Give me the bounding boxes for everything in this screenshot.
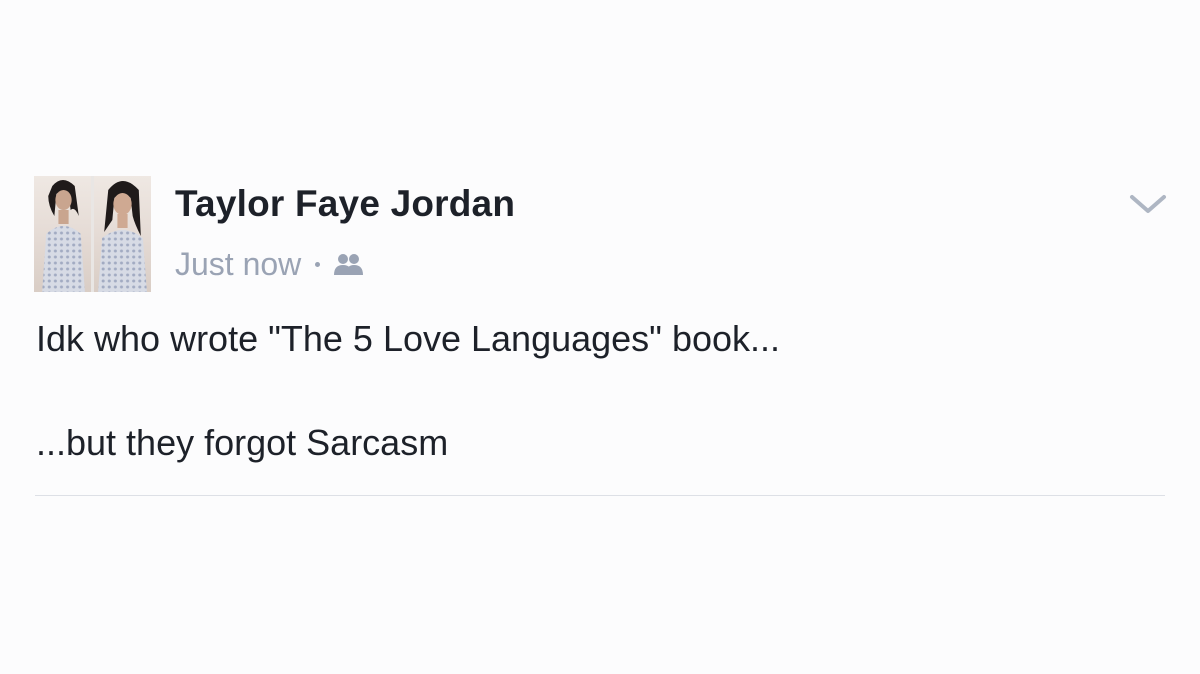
post-text: Idk who wrote "The 5 Love Languages" boo… bbox=[36, 313, 1156, 469]
post-text-blank-line bbox=[36, 365, 1156, 417]
author-name[interactable]: Taylor Faye Jordan bbox=[175, 183, 515, 225]
post-divider bbox=[35, 495, 1165, 496]
timestamp[interactable]: Just now bbox=[175, 246, 301, 283]
avatar[interactable] bbox=[34, 176, 151, 292]
post-card: Taylor Faye Jordan Just now Idk who wrot… bbox=[0, 0, 1200, 674]
avatar-photo-right bbox=[94, 176, 151, 292]
post-text-line: Idk who wrote "The 5 Love Languages" boo… bbox=[36, 318, 781, 359]
meta-separator-dot bbox=[315, 261, 321, 267]
friends-icon[interactable] bbox=[332, 250, 366, 278]
post-meta: Just now bbox=[175, 245, 366, 283]
avatar-photo-left bbox=[34, 176, 91, 292]
post-text-line: ...but they forgot Sarcasm bbox=[36, 422, 449, 463]
chevron-down-icon[interactable] bbox=[1128, 190, 1168, 218]
